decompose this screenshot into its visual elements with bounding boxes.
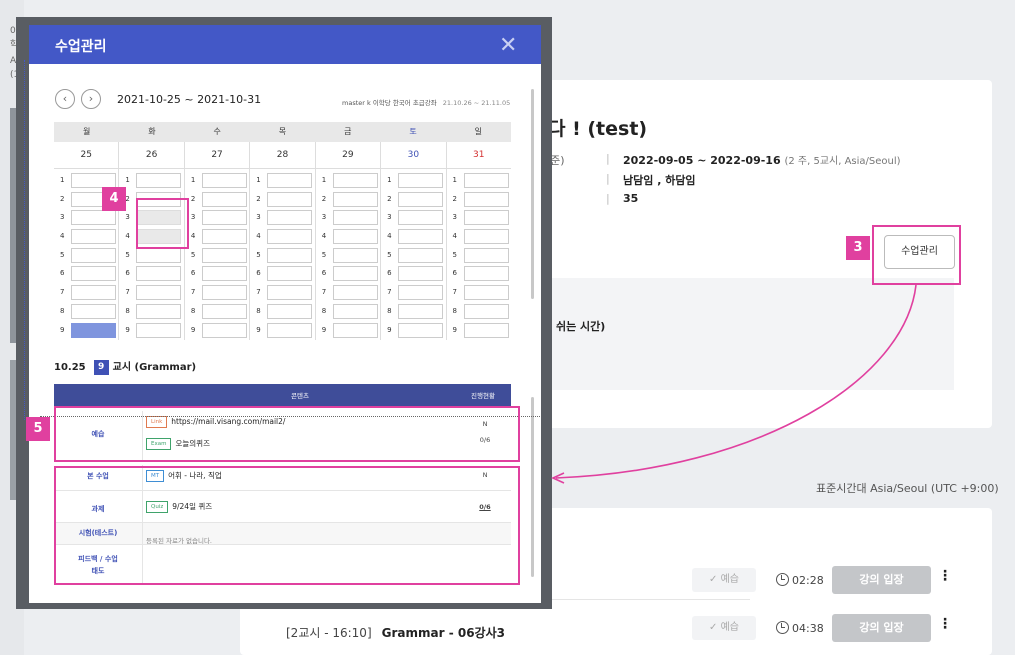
annotation-arrow — [551, 284, 917, 484]
